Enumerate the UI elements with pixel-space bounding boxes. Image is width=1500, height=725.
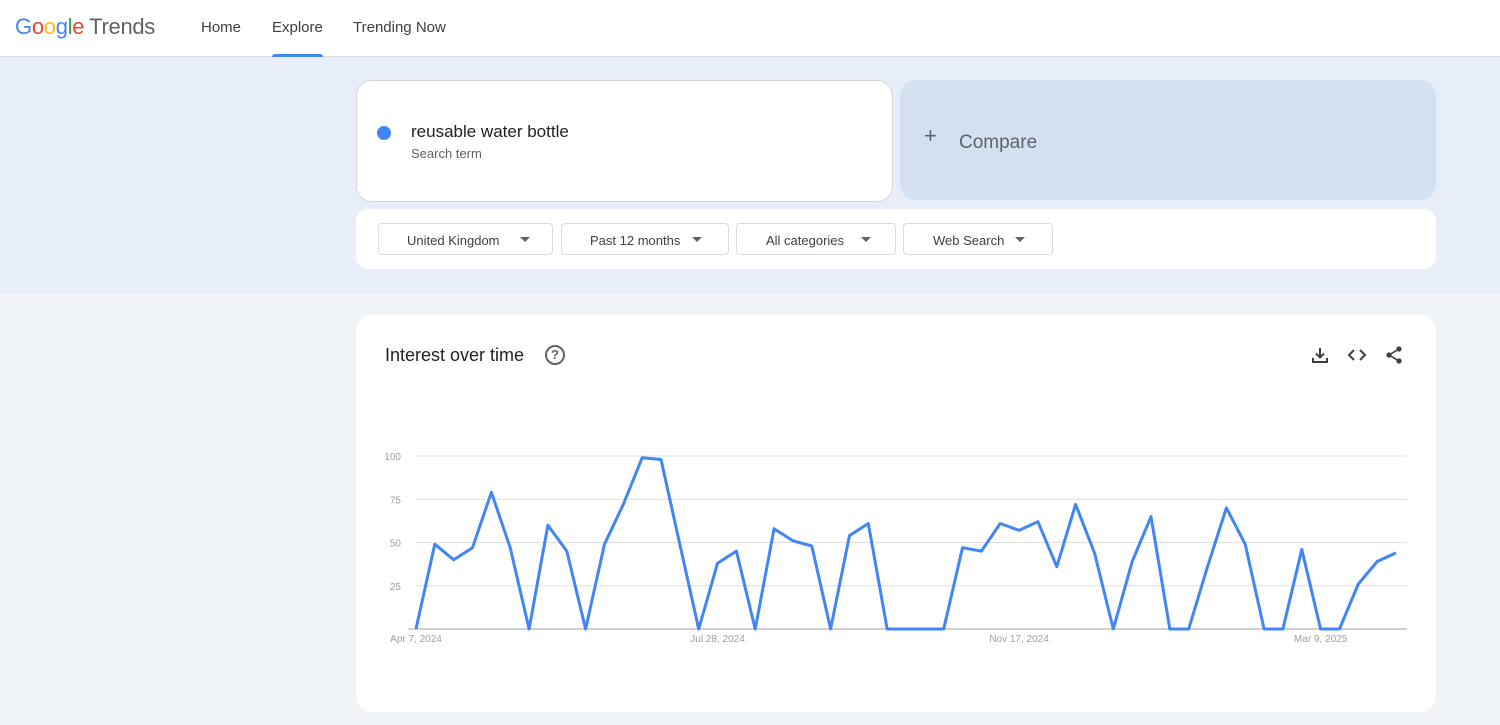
data-point[interactable] bbox=[1034, 518, 1042, 526]
y-tick-label: 25 bbox=[390, 582, 402, 593]
data-point[interactable] bbox=[1204, 563, 1212, 571]
x-tick-label: Nov 17, 2024 bbox=[989, 634, 1049, 645]
data-point[interactable] bbox=[412, 625, 420, 633]
data-point[interactable] bbox=[940, 625, 948, 633]
plus-icon: + bbox=[924, 123, 937, 148]
compare-label: Compare bbox=[959, 132, 1038, 153]
data-point[interactable] bbox=[1354, 580, 1362, 588]
data-point[interactable] bbox=[638, 454, 646, 462]
data-point[interactable] bbox=[525, 625, 533, 633]
data-point[interactable] bbox=[1392, 549, 1400, 557]
data-point[interactable] bbox=[431, 540, 439, 548]
data-point[interactable] bbox=[864, 519, 872, 527]
category-filter[interactable]: All categories bbox=[736, 223, 896, 255]
data-point[interactable] bbox=[845, 532, 853, 540]
data-point[interactable] bbox=[1279, 625, 1287, 633]
data-point[interactable] bbox=[600, 540, 608, 548]
data-point[interactable] bbox=[1260, 625, 1268, 633]
x-tick-label: Mar 9, 2025 bbox=[1294, 634, 1348, 645]
chevron-down-icon bbox=[692, 237, 702, 242]
data-point[interactable] bbox=[487, 488, 495, 496]
search-term-card[interactable]: reusable water bottle Search term bbox=[356, 80, 893, 202]
data-point[interactable] bbox=[732, 547, 740, 555]
chevron-down-icon bbox=[861, 237, 871, 242]
data-point[interactable] bbox=[657, 455, 665, 463]
data-point[interactable] bbox=[808, 542, 816, 550]
x-tick-label: Jul 28, 2024 bbox=[690, 634, 745, 645]
data-point[interactable] bbox=[1222, 504, 1230, 512]
filter-bar: United Kingdom Past 12 months All catego… bbox=[356, 209, 1436, 269]
data-point[interactable] bbox=[827, 625, 835, 633]
y-tick-label: 50 bbox=[390, 539, 402, 550]
data-point[interactable] bbox=[506, 544, 514, 552]
data-point[interactable] bbox=[1109, 625, 1117, 633]
data-point[interactable] bbox=[469, 544, 477, 552]
data-point[interactable] bbox=[450, 556, 458, 564]
time-range-filter[interactable]: Past 12 months bbox=[561, 223, 729, 255]
data-point[interactable] bbox=[1335, 625, 1343, 633]
y-tick-label: 75 bbox=[390, 495, 402, 506]
data-point[interactable] bbox=[1053, 563, 1061, 571]
search-term-text[interactable]: reusable water bottle bbox=[411, 122, 569, 142]
data-point[interactable] bbox=[1147, 513, 1155, 521]
data-point[interactable] bbox=[1185, 625, 1193, 633]
search-type-filter[interactable]: Web Search bbox=[903, 223, 1053, 255]
top-bar: Go o g l e Trends Home Explore Trending Now bbox=[0, 0, 1500, 58]
data-point[interactable] bbox=[789, 537, 797, 545]
data-point[interactable] bbox=[751, 625, 759, 633]
compare-button[interactable]: + Compare bbox=[900, 80, 1436, 200]
interest-over-time-card: Interest over time ? 25 50 75 100 Apr 7, 202… bbox=[356, 315, 1436, 712]
data-point[interactable] bbox=[544, 521, 552, 529]
data-point[interactable] bbox=[770, 525, 778, 533]
nav-trending-now[interactable]: Trending Now bbox=[353, 0, 446, 57]
data-point[interactable] bbox=[582, 625, 590, 633]
interest-line-chart: 25 50 75 100 Apr 7, 2024 Jul 28, 2024 Nov 17, … bbox=[384, 452, 1407, 645]
data-point[interactable] bbox=[1298, 545, 1306, 553]
data-point[interactable] bbox=[1072, 500, 1080, 508]
data-point[interactable] bbox=[714, 559, 722, 567]
term-color-dot bbox=[377, 126, 391, 140]
search-term-label: Search term bbox=[411, 146, 482, 161]
google-trends-logo[interactable]: Go o g l e Trends bbox=[15, 14, 155, 42]
data-point[interactable] bbox=[695, 625, 703, 633]
region-filter[interactable]: United Kingdom bbox=[378, 223, 553, 255]
nav-explore[interactable]: Explore bbox=[272, 0, 323, 58]
x-tick-label: Apr 7, 2024 bbox=[390, 634, 442, 645]
chevron-down-icon bbox=[1015, 237, 1025, 242]
chevron-down-icon bbox=[520, 237, 530, 242]
data-point[interactable] bbox=[1090, 549, 1098, 557]
data-point[interactable] bbox=[1317, 625, 1325, 633]
data-point[interactable] bbox=[1373, 558, 1381, 566]
data-point[interactable] bbox=[619, 500, 627, 508]
y-tick-label: 100 bbox=[384, 452, 401, 463]
data-point[interactable] bbox=[977, 547, 985, 555]
data-point[interactable] bbox=[1015, 526, 1023, 534]
data-point[interactable] bbox=[1166, 625, 1174, 633]
data-point[interactable] bbox=[1128, 558, 1136, 566]
data-point[interactable] bbox=[676, 540, 684, 548]
data-point[interactable] bbox=[996, 519, 1004, 527]
data-point[interactable] bbox=[1241, 540, 1249, 548]
data-point[interactable] bbox=[959, 544, 967, 552]
data-point[interactable] bbox=[921, 625, 929, 633]
data-point[interactable] bbox=[902, 625, 910, 633]
data-point[interactable] bbox=[883, 625, 891, 633]
nav-home[interactable]: Home bbox=[201, 0, 241, 57]
logo-product-name: Trends bbox=[89, 14, 156, 39]
data-point[interactable] bbox=[563, 547, 571, 555]
